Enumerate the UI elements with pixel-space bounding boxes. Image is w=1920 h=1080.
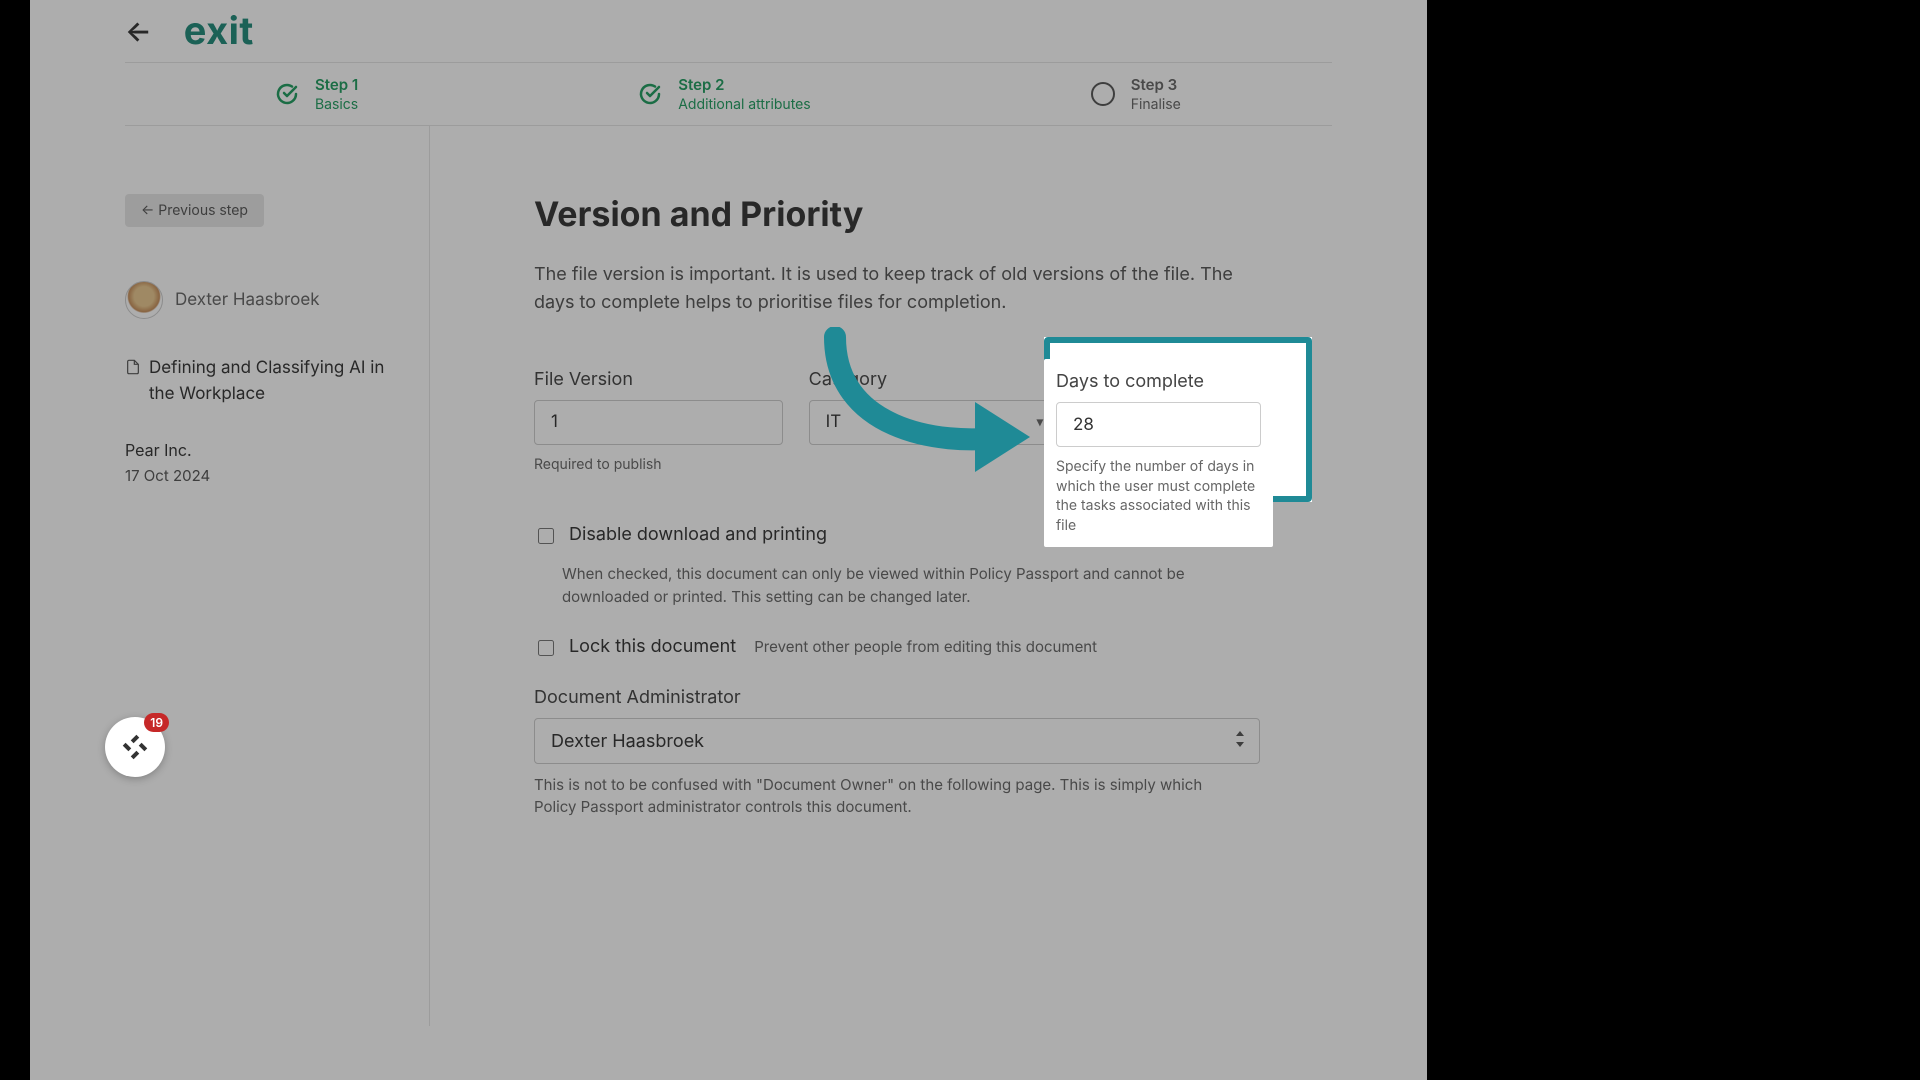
document-title: Defining and Classifying AI in the Workp… <box>149 355 409 408</box>
document-admin-help: This is not to be confused with "Documen… <box>534 774 1234 818</box>
lock-document-help: Prevent other people from editing this d… <box>748 636 1097 659</box>
avatar <box>125 281 163 319</box>
org-name: Pear Inc. <box>125 440 409 460</box>
days-input[interactable] <box>1056 402 1261 447</box>
user-row: Dexter Haasbroek <box>125 281 409 319</box>
header: ← exit <box>125 0 1332 62</box>
brand-logo: exit <box>184 8 254 54</box>
help-widget-button[interactable]: 19 <box>105 717 165 777</box>
section-title: Version and Priority <box>534 194 1332 235</box>
circle-icon <box>1091 82 1115 106</box>
lock-document-row: Lock this document Prevent other people … <box>534 636 1332 659</box>
section-desc: The file version is important. It is use… <box>534 261 1234 317</box>
file-version-input[interactable] <box>534 400 783 445</box>
days-help: Specify the number of days in which the … <box>1056 457 1261 535</box>
step-3[interactable]: Step 3 Finalise <box>1091 75 1181 113</box>
days-label: Days to complete <box>1056 371 1261 392</box>
stepper: Step 1 Basics Step 2 Additional attribut… <box>125 62 1332 126</box>
document-admin-label: Document Administrator <box>534 687 1260 708</box>
document-admin-field: Document Administrator This is not to be… <box>534 687 1260 818</box>
sidebar: ← Previous step Dexter Haasbroek Definin… <box>125 126 430 1026</box>
doc-date: 17 Oct 2024 <box>125 466 409 485</box>
lock-document-checkbox[interactable] <box>538 640 554 656</box>
step-2-title: Step 2 <box>678 75 810 94</box>
step-1-title: Step 1 <box>315 75 358 94</box>
back-arrow-icon[interactable]: ← <box>125 14 152 48</box>
user-name: Dexter Haasbroek <box>175 290 320 310</box>
step-1-sub: Basics <box>315 96 358 113</box>
category-select[interactable] <box>809 400 1058 445</box>
category-field: Category ▾ <box>809 369 1058 475</box>
file-version-help: Required to publish <box>534 455 783 475</box>
step-2[interactable]: Step 2 Additional attributes <box>638 75 810 113</box>
check-circle-icon <box>275 82 299 106</box>
step-3-title: Step 3 <box>1131 75 1181 94</box>
document-icon <box>125 359 141 375</box>
step-3-sub: Finalise <box>1131 96 1181 113</box>
lock-document-label: Lock this document <box>569 636 736 657</box>
disable-download-label: Disable download and printing <box>569 524 827 545</box>
widget-badge-count: 19 <box>144 713 169 732</box>
previous-step-button[interactable]: ← Previous step <box>125 194 264 227</box>
sort-icon <box>1234 731 1246 751</box>
file-version-field: File Version Required to publish <box>534 369 783 475</box>
step-1[interactable]: Step 1 Basics <box>275 75 358 113</box>
document-admin-select[interactable] <box>534 718 1260 764</box>
check-circle-icon <box>638 82 662 106</box>
main-content: Version and Priority The file version is… <box>430 126 1332 1026</box>
step-2-sub: Additional attributes <box>678 96 810 113</box>
file-version-label: File Version <box>534 369 783 390</box>
days-to-complete-callout: Days to complete Specify the number of d… <box>1044 359 1273 547</box>
document-row: Defining and Classifying AI in the Workp… <box>125 355 409 408</box>
disable-download-checkbox[interactable] <box>538 528 554 544</box>
disable-download-help: When checked, this document can only be … <box>534 563 1222 608</box>
widget-logo-icon <box>119 731 151 763</box>
category-label: Category <box>809 369 1058 390</box>
